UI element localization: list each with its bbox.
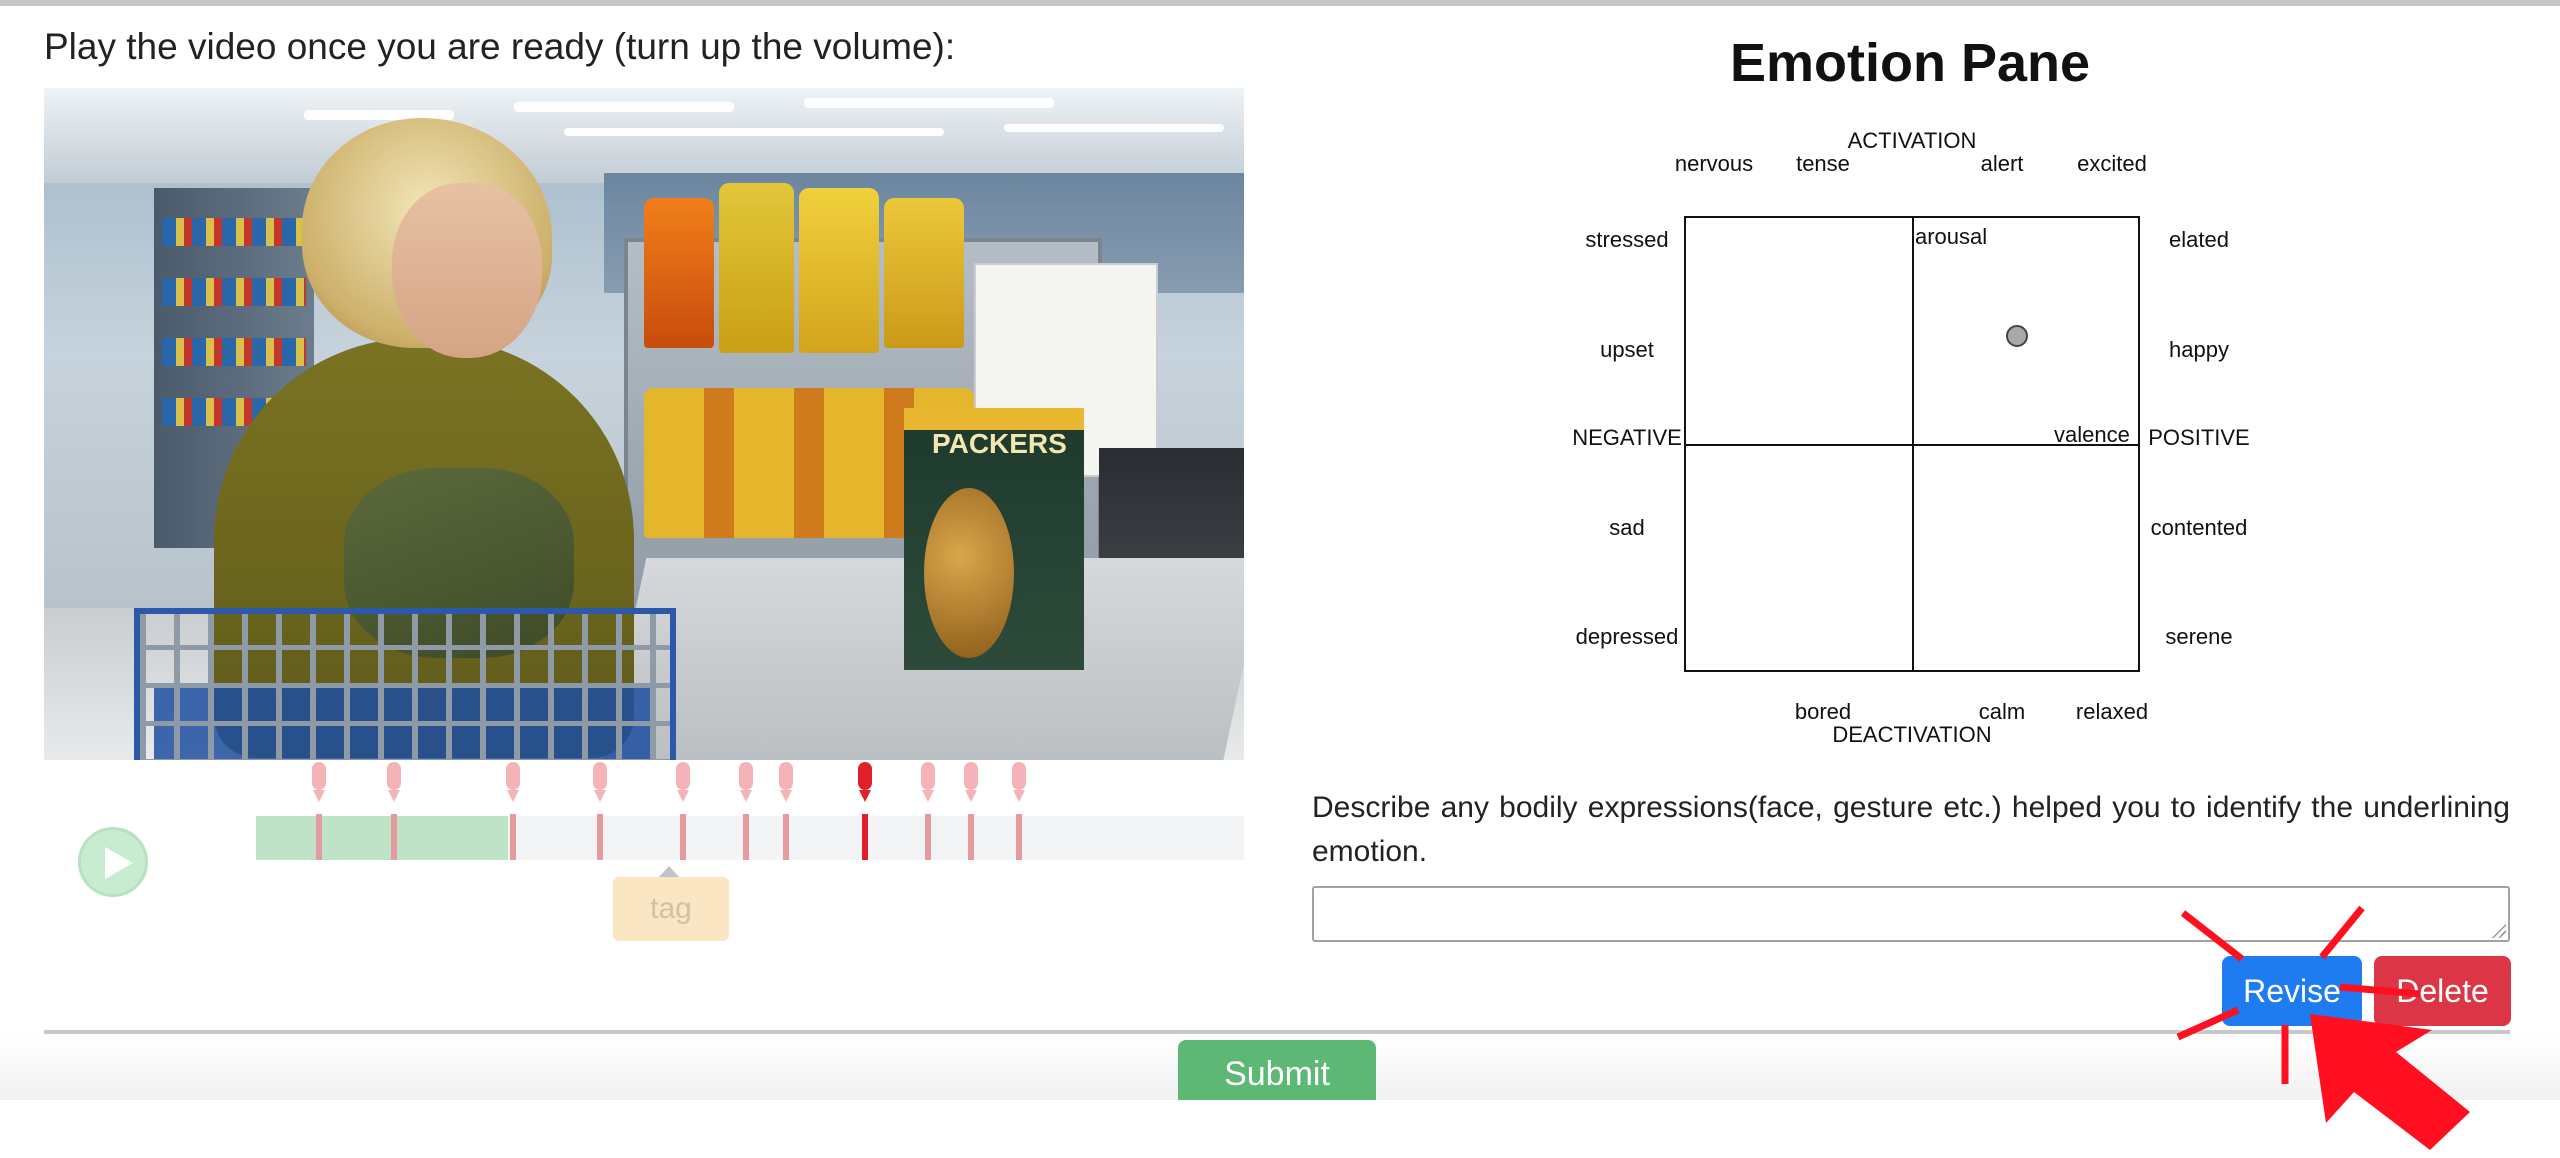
emotion-label-contented: contented [2150, 515, 2248, 540]
emotion-label-serene: serene [2165, 624, 2233, 649]
video-scene-chips [799, 188, 879, 353]
emotion-label-upset: upset [1600, 337, 1654, 362]
tag-marker-active[interactable] [857, 762, 872, 860]
video-scene-cart [134, 608, 676, 760]
emotion-label-sad: sad [1609, 515, 1645, 540]
arousal-label: arousal [1915, 224, 1988, 249]
video-scene-football [924, 488, 1014, 658]
deactivation-label: DEACTIVATION [1832, 722, 1992, 747]
description-prompt: Describe any bodily expressions(face, ge… [1312, 791, 2510, 868]
emotion-label-relaxed: relaxed [2075, 699, 2149, 724]
emotion-label-happy: happy [2169, 337, 2229, 362]
video-instruction: Play the video once you are ready (turn … [44, 26, 956, 67]
video-scene-chips [719, 183, 794, 353]
activation-label: ACTIVATION [1847, 128, 1977, 153]
play-button[interactable] [78, 827, 148, 897]
resize-grip-icon[interactable] [2490, 922, 2506, 938]
video-scene-light [564, 128, 944, 136]
tag-marker[interactable] [387, 762, 402, 860]
emotion-label-elated: elated [2169, 227, 2229, 252]
emotion-selection-point[interactable] [2006, 325, 2029, 348]
emotion-label-nervous: nervous [1674, 151, 1754, 176]
valence-label: valence [2054, 422, 2130, 447]
emotion-label-depressed: depressed [1575, 624, 1679, 649]
tag-marker[interactable] [675, 762, 690, 860]
video-scene-person-face [392, 183, 542, 358]
negative-label: NEGATIVE [1572, 425, 1682, 450]
play-icon [105, 847, 133, 879]
emotion-pane-title: Emotion Pane [1729, 33, 2091, 93]
tag-marker[interactable] [312, 762, 327, 860]
delete-button[interactable]: Delete [2374, 956, 2511, 1026]
video-scene-light [804, 98, 1054, 108]
emotion-label-excited: excited [2077, 151, 2147, 176]
revise-button[interactable]: Revise [2222, 956, 2362, 1026]
video-player[interactable]: PACKERS [44, 88, 1244, 760]
emotion-label-stressed: stressed [1585, 227, 1669, 252]
timeline-track[interactable] [256, 816, 1244, 860]
tag-marker[interactable] [592, 762, 607, 860]
tag-marker[interactable] [778, 762, 793, 860]
emotion-grid[interactable]: arousal valence [1684, 216, 2140, 672]
emotion-label-alert: alert [1980, 151, 2024, 176]
timeline-progress [256, 816, 508, 860]
video-scene-chips [644, 198, 714, 348]
tag-button[interactable]: tag [613, 877, 729, 941]
emotion-label-tense: tense [1796, 151, 1850, 176]
tag-marker[interactable] [1011, 762, 1026, 860]
top-divider [0, 0, 2560, 6]
positive-label: POSITIVE [2148, 425, 2250, 450]
video-scene-light [1004, 124, 1224, 132]
tag-marker[interactable] [920, 762, 935, 860]
description-textarea[interactable] [1312, 886, 2510, 942]
tag-marker[interactable] [739, 762, 754, 860]
tag-marker[interactable] [964, 762, 979, 860]
packers-box-label: PACKERS [932, 428, 1067, 459]
video-scene-light [514, 102, 734, 112]
submit-button[interactable]: Submit [1178, 1040, 1376, 1100]
tag-marker[interactable] [505, 762, 520, 860]
video-scene-chips [884, 198, 964, 348]
